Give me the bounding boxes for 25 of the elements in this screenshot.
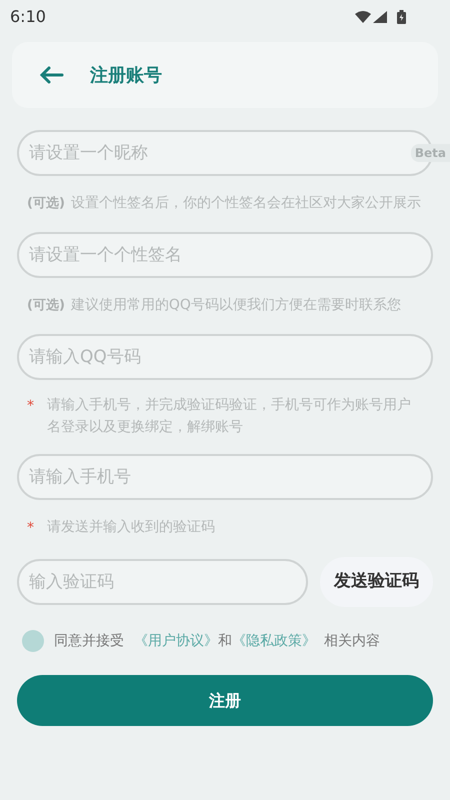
beta-badge: Beta bbox=[410, 144, 450, 162]
send-code-button[interactable]: 发送验证码 bbox=[320, 557, 433, 607]
input-field[interactable]: 请输入手机号 bbox=[17, 454, 433, 500]
agreement-text: 和 bbox=[218, 632, 232, 650]
required-mark: * bbox=[27, 519, 35, 538]
agreement-text: 同意并接受 bbox=[54, 632, 124, 650]
register-button[interactable]: 注册 bbox=[17, 675, 433, 726]
input-field[interactable]: 请输入QQ号码 bbox=[17, 334, 433, 380]
hint-text: 设置个性签名后，你的个性签名会在社区对大家公开展示 bbox=[70, 194, 421, 213]
code-input-field[interactable]: 输入验证码 bbox=[17, 559, 308, 605]
battery-icon bbox=[397, 10, 406, 24]
input-field[interactable]: 请设置一个个性签名 bbox=[17, 232, 433, 278]
agree-checkbox[interactable] bbox=[22, 630, 44, 652]
agreement-text: 相关内容 bbox=[324, 632, 380, 650]
optional-label: (可选) bbox=[27, 195, 65, 213]
wifi-icon bbox=[355, 11, 371, 23]
hint-text: 请发送并输入收到的验证码 bbox=[47, 518, 215, 537]
hint-text: 请输入手机号，并完成验证码验证，手机号可作为账号用户名登录以及更换绑定，解绑账号 bbox=[47, 396, 412, 437]
hint-text: 建议使用常用的QQ号码以便我们方便在需要时联系您 bbox=[70, 296, 401, 315]
required-mark: * bbox=[27, 397, 35, 416]
status-time: 6:10 bbox=[10, 6, 46, 28]
signal-icon bbox=[373, 11, 387, 23]
page-title: 注册账号 bbox=[90, 64, 162, 88]
optional-label: (可选) bbox=[27, 297, 65, 315]
back-arrow-icon[interactable] bbox=[38, 65, 64, 85]
